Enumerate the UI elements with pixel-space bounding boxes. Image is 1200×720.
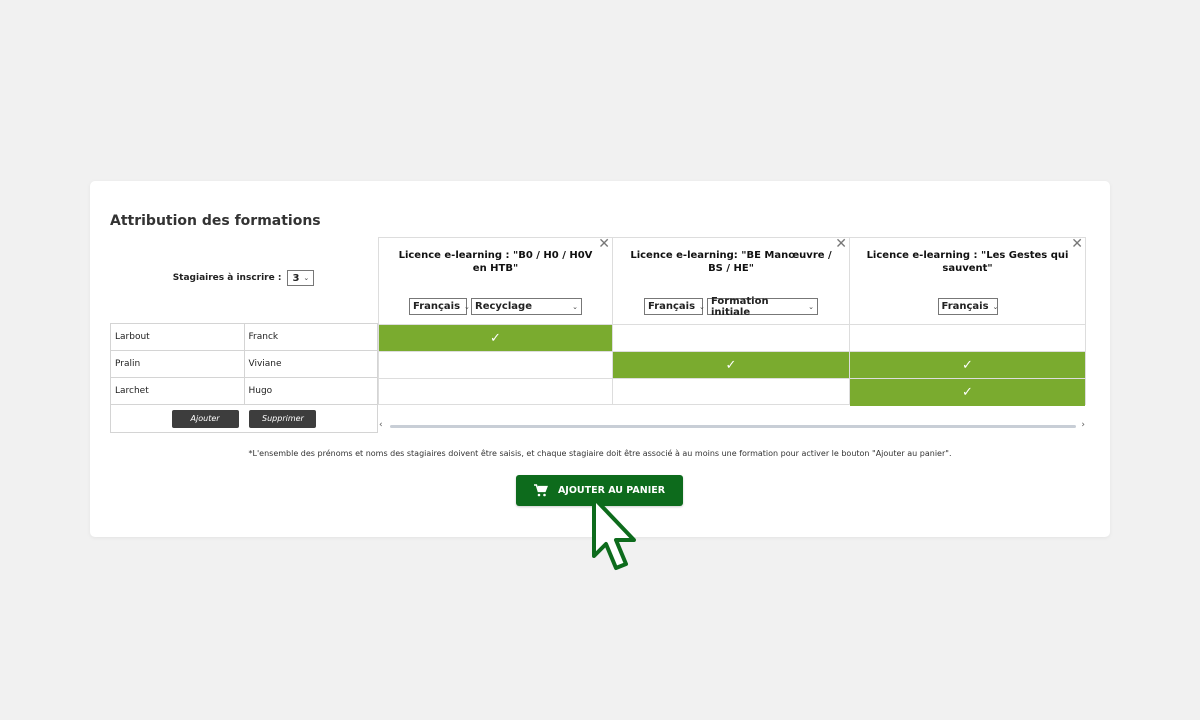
formations-card: Attribution des formations Stagiaires à … [90,181,1110,537]
table-row: Larchet Hugo [110,377,378,405]
assignment-cell[interactable] [379,379,612,406]
training-type-select[interactable]: Recyclage ⌄ [471,298,582,315]
language-select[interactable]: Français ⌄ [644,298,705,315]
trainee-last-name[interactable]: Larchet [110,377,245,405]
formation-title: Licence e-learning: "BE Manœuvre / BS / … [630,250,832,274]
assignment-cell[interactable]: ✓ [613,352,849,379]
requirements-note: *L'ensemble des prénoms et noms des stag… [248,449,952,458]
table-actions-row: Ajouter Supprimer [110,404,378,433]
trainee-first-name[interactable]: Viviane [243,350,378,378]
check-icon: ✓ [490,330,501,346]
trainee-count-row: Stagiaires à inscrire : 3 ⌄ [110,269,377,287]
table-row: Pralin Viviane [110,350,378,378]
scrollbar-thumb[interactable] [390,425,1076,428]
trainee-count-select[interactable]: 3 ⌄ [287,270,315,286]
formations-grid: Licence e-learning : "B0 / H0 / H0V en H… [378,237,1086,423]
formation-selects: Français ⌄ Formation initiale ⌄ [613,296,849,318]
trainee-first-name[interactable]: Hugo [243,377,378,405]
assignment-cell[interactable] [613,379,849,406]
check-icon: ✓ [962,357,973,373]
assignment-cell[interactable]: ✓ [850,379,1085,406]
language-select[interactable]: Français ⌄ [937,298,999,315]
formation-column: Licence e-learning : "Les Gestes qui sau… [849,237,1086,406]
close-icon[interactable]: ✕ [598,237,610,251]
formation-column: Licence e-learning: "BE Manœuvre / BS / … [612,237,850,405]
close-icon[interactable]: ✕ [835,237,847,251]
remove-trainee-button[interactable]: Supprimer [249,409,317,428]
formation-header: Licence e-learning : "B0 / H0 / H0V en H… [379,237,612,325]
training-type-select[interactable]: Formation initiale ⌄ [707,296,818,318]
trainee-first-name[interactable]: Franck [243,323,378,351]
add-trainee-button[interactable]: Ajouter [171,409,239,428]
chevron-down-icon: ⌄ [464,302,470,311]
chevron-down-icon: ⌄ [572,302,578,311]
trainee-last-name[interactable]: Pralin [110,350,245,378]
language-select[interactable]: Français ⌄ [409,298,470,315]
trainee-count-label: Stagiaires à inscrire : [172,273,282,283]
check-icon: ✓ [725,357,737,373]
close-icon[interactable]: ✕ [1071,237,1083,251]
formation-column: Licence e-learning : "B0 / H0 / H0V en H… [378,237,613,405]
chevron-down-icon: ⌄ [303,274,310,282]
pointer-cursor-icon [590,494,648,574]
chevron-down-icon: ⌄ [699,302,705,311]
formation-title: Licence e-learning : "B0 / H0 / H0V en H… [398,250,593,274]
scroll-left-icon[interactable]: ‹ [379,420,383,430]
check-icon: ✓ [962,385,973,400]
formation-header: Licence e-learning: "BE Manœuvre / BS / … [613,237,849,325]
assignment-cell[interactable]: ✓ [379,325,612,352]
cart-icon [533,484,548,497]
chevron-down-icon: ⌄ [808,302,814,311]
trainee-last-name[interactable]: Larbout [110,323,245,351]
formation-selects: Français ⌄ Recyclage ⌄ [379,298,612,315]
assignment-cell[interactable] [850,325,1085,352]
formation-selects: Français ⌄ [850,298,1085,315]
formation-header: Licence e-learning : "Les Gestes qui sau… [850,237,1085,325]
trainees-table: Larbout Franck Pralin Viviane Larchet Hu… [110,323,378,433]
scroll-right-icon[interactable]: › [1081,420,1085,430]
chevron-down-icon: ⌄ [992,302,999,311]
actions-cell: Ajouter Supprimer [110,404,378,433]
table-row: Larbout Franck [110,323,378,351]
assignment-cell[interactable] [379,352,612,379]
assignment-cell[interactable]: ✓ [850,352,1085,379]
page-title: Attribution des formations [110,213,321,229]
horizontal-scrollbar[interactable]: ‹ › [378,420,1086,431]
assignment-cell[interactable] [613,325,849,352]
formation-title: Licence e-learning : "Les Gestes qui sau… [866,250,1069,274]
